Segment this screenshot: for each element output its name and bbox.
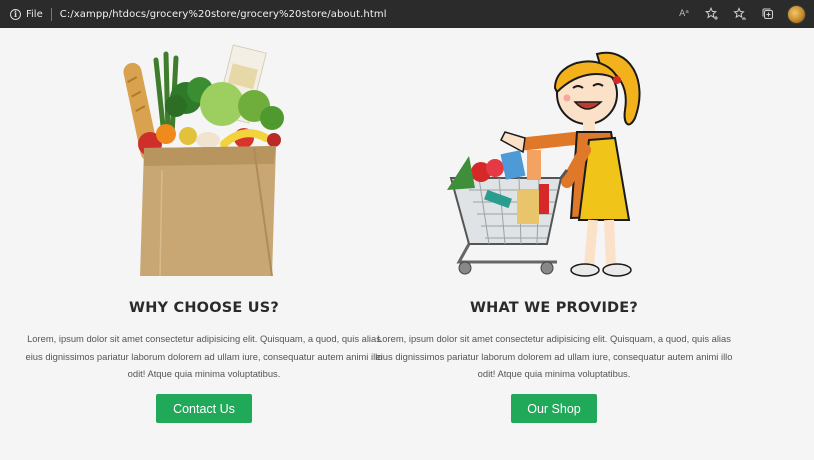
address-url[interactable]: C:/xampp/htdocs/grocery%20store/grocery%… — [60, 9, 387, 20]
our-shop-button[interactable]: Our Shop — [511, 394, 597, 423]
why-choose-us-text: Lorem, ipsum dolor sit amet consectetur … — [25, 333, 383, 379]
address-separator — [50, 7, 52, 21]
what-we-provide-section: WHAT WE PROVIDE? Lorem, ipsum dolor sit … — [374, 28, 734, 458]
add-favorite-button[interactable] — [701, 3, 723, 25]
shopper-with-cart-illustration — [447, 51, 641, 277]
why-choose-us-section: WHY CHOOSE US? Lorem, ipsum dolor sit am… — [24, 28, 384, 458]
grocery-bag-illustration — [123, 44, 284, 277]
site-info-button[interactable]: i File — [10, 8, 43, 20]
read-aloud-button[interactable]: Aᵃ — [673, 3, 695, 25]
what-we-provide-text: Lorem, ipsum dolor sit amet consectetur … — [375, 333, 733, 379]
read-aloud-icon: Aᵃ — [679, 9, 689, 19]
file-scheme-label: File — [26, 8, 43, 20]
browser-address-bar: i File C:/xampp/htdocs/grocery%20store/g… — [0, 0, 814, 28]
collections-button[interactable] — [757, 3, 779, 25]
favorites-button[interactable] — [729, 3, 751, 25]
what-we-provide-heading: WHAT WE PROVIDE? — [469, 300, 638, 316]
collections-icon — [762, 8, 773, 19]
star-plus-icon — [705, 7, 718, 20]
why-choose-us-heading: WHY CHOOSE US? — [129, 300, 279, 316]
favorites-icon — [733, 7, 746, 20]
contact-us-button[interactable]: Contact Us — [156, 394, 252, 423]
profile-avatar[interactable] — [787, 4, 806, 24]
info-icon: i — [10, 8, 21, 20]
